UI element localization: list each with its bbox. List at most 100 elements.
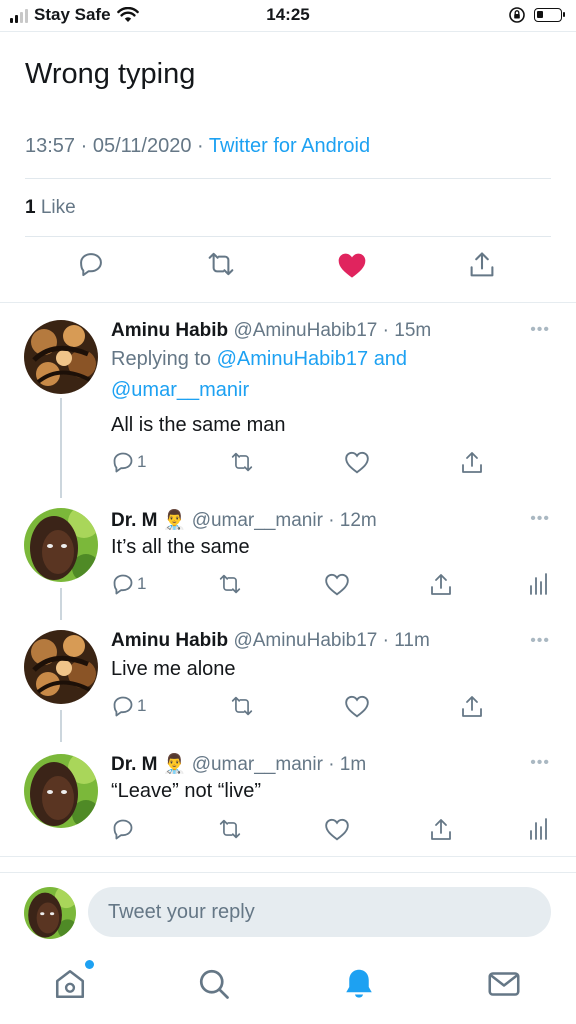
nav-home[interactable]: [52, 960, 94, 1006]
heart-icon: [325, 818, 349, 841]
analytics-icon: [530, 573, 547, 595]
reply-button[interactable]: 1: [111, 450, 146, 474]
heart-icon: [345, 695, 369, 718]
like-button[interactable]: [324, 572, 350, 596]
reply-icon: [113, 696, 133, 717]
divider: [25, 178, 551, 179]
reply-icon: [113, 452, 133, 473]
reply-button[interactable]: [111, 817, 137, 841]
reply-header: Aminu Habib @AminuHabib17 · 15m: [111, 320, 431, 342]
retweet-button[interactable]: [228, 694, 256, 718]
more-options-icon[interactable]: •••: [530, 754, 550, 772]
analytics-button[interactable]: [528, 817, 548, 841]
tweet-source-link[interactable]: Twitter for Android: [209, 135, 370, 157]
reply-icon[interactable]: [77, 250, 105, 278]
tweet-meta: 13:57 · 05/11/2020 · Twitter for Android: [25, 135, 371, 157]
reply-actions: [0, 817, 576, 843]
reply-input[interactable]: [88, 887, 551, 937]
reply-tweet[interactable]: Aminu Habib @AminuHabib17 · 11m ••• Live…: [0, 620, 576, 742]
tweet-text: Wrong typing: [25, 58, 196, 90]
tweet-actions: [0, 250, 576, 290]
tweet-time: 13:57: [25, 135, 76, 157]
reply-count: 1: [137, 574, 147, 593]
reply-header: Dr. M 👨‍⚕️ @umar__manir · 1m: [111, 752, 366, 776]
author-handle[interactable]: @AminuHabib17: [233, 630, 377, 651]
like-icon[interactable]: [336, 250, 368, 280]
share-icon: [431, 574, 451, 595]
likes-summary[interactable]: 1 Like: [25, 197, 76, 219]
share-icon: [431, 819, 451, 840]
nav-notifications[interactable]: [341, 966, 381, 1006]
share-icon: [462, 696, 482, 717]
reply-count: 1: [137, 452, 147, 471]
status-bar: Stay Safe 14:25: [0, 0, 576, 32]
analytics-icon: [530, 818, 547, 840]
reply-header: Dr. M 👨‍⚕️ @umar__manir · 12m: [111, 508, 377, 532]
author-handle[interactable]: @umar__manir: [192, 510, 323, 531]
avatar-image: [24, 887, 76, 939]
avatar[interactable]: [24, 508, 98, 582]
retweet-button[interactable]: [228, 450, 256, 474]
more-options-icon[interactable]: •••: [530, 321, 550, 339]
mention-link[interactable]: @umar__manir: [111, 379, 249, 401]
share-icon[interactable]: [468, 250, 496, 280]
nav-search[interactable]: [196, 966, 236, 1006]
author-name[interactable]: Dr. M: [111, 754, 157, 775]
author-badge: 👨‍⚕️: [162, 510, 187, 531]
replying-to: Replying to @AminuHabib17 and @umar__man…: [111, 344, 407, 406]
reply-tweet[interactable]: Dr. M 👨‍⚕️ @umar__manir · 12m ••• It’s a…: [0, 498, 576, 620]
retweet-icon: [219, 574, 241, 594]
status-right: [508, 6, 565, 24]
reply-icon: [113, 819, 133, 840]
reply-button[interactable]: 1: [111, 572, 146, 596]
like-button[interactable]: [344, 450, 370, 474]
retweet-icon: [231, 452, 253, 472]
like-button[interactable]: [324, 817, 350, 841]
divider: [25, 236, 551, 237]
reply-header: Aminu Habib @AminuHabib17 · 11m: [111, 630, 430, 652]
share-button[interactable]: [460, 450, 484, 476]
avatar: [24, 887, 76, 939]
retweet-icon: [231, 696, 253, 716]
share-button[interactable]: [429, 572, 453, 598]
avatar[interactable]: [24, 630, 98, 704]
nav-messages[interactable]: [486, 966, 526, 1006]
avatar[interactable]: [24, 320, 98, 394]
author-name[interactable]: Dr. M: [111, 510, 157, 531]
reply-tweet[interactable]: Dr. M 👨‍⚕️ @umar__manir · 1m ••• “Leave”…: [0, 742, 576, 856]
author-name[interactable]: Aminu Habib: [111, 320, 228, 341]
retweet-icon: [219, 819, 241, 839]
more-options-icon[interactable]: •••: [530, 632, 550, 650]
reply-button[interactable]: 1: [111, 694, 146, 718]
reply-actions: 1: [0, 572, 576, 598]
reply-age: · 15m: [382, 320, 432, 341]
share-button[interactable]: [429, 817, 453, 843]
analytics-button[interactable]: [528, 572, 548, 596]
retweet-icon[interactable]: [204, 250, 238, 278]
author-handle[interactable]: @umar__manir: [192, 754, 323, 775]
author-handle[interactable]: @AminuHabib17: [233, 320, 377, 341]
avatar-image: [24, 320, 98, 394]
author-badge: 👨‍⚕️: [162, 754, 187, 775]
reply-count: 1: [137, 696, 147, 715]
share-button[interactable]: [460, 694, 484, 720]
retweet-button[interactable]: [216, 817, 244, 841]
reply-icon: [113, 574, 133, 595]
status-time: 14:25: [266, 5, 310, 24]
replying-and[interactable]: and: [374, 348, 407, 370]
author-name[interactable]: Aminu Habib: [111, 630, 228, 651]
avatar-image: [24, 630, 98, 704]
reply-text: It’s all the same: [111, 536, 250, 558]
notifications-icon: [346, 969, 372, 998]
orientation-lock-icon: [509, 7, 525, 23]
reply-age: · 11m: [382, 630, 430, 651]
retweet-button[interactable]: [216, 572, 244, 596]
heart-icon: [345, 451, 369, 474]
like-button[interactable]: [344, 694, 370, 718]
bottom-nav: [0, 950, 576, 1024]
reply-actions: 1: [0, 694, 576, 720]
reply-tweet[interactable]: Aminu Habib @AminuHabib17 · 15m ••• Repl…: [0, 303, 576, 498]
divider: [0, 856, 576, 857]
more-options-icon[interactable]: •••: [530, 510, 550, 528]
mention-link[interactable]: @AminuHabib17: [217, 348, 369, 370]
